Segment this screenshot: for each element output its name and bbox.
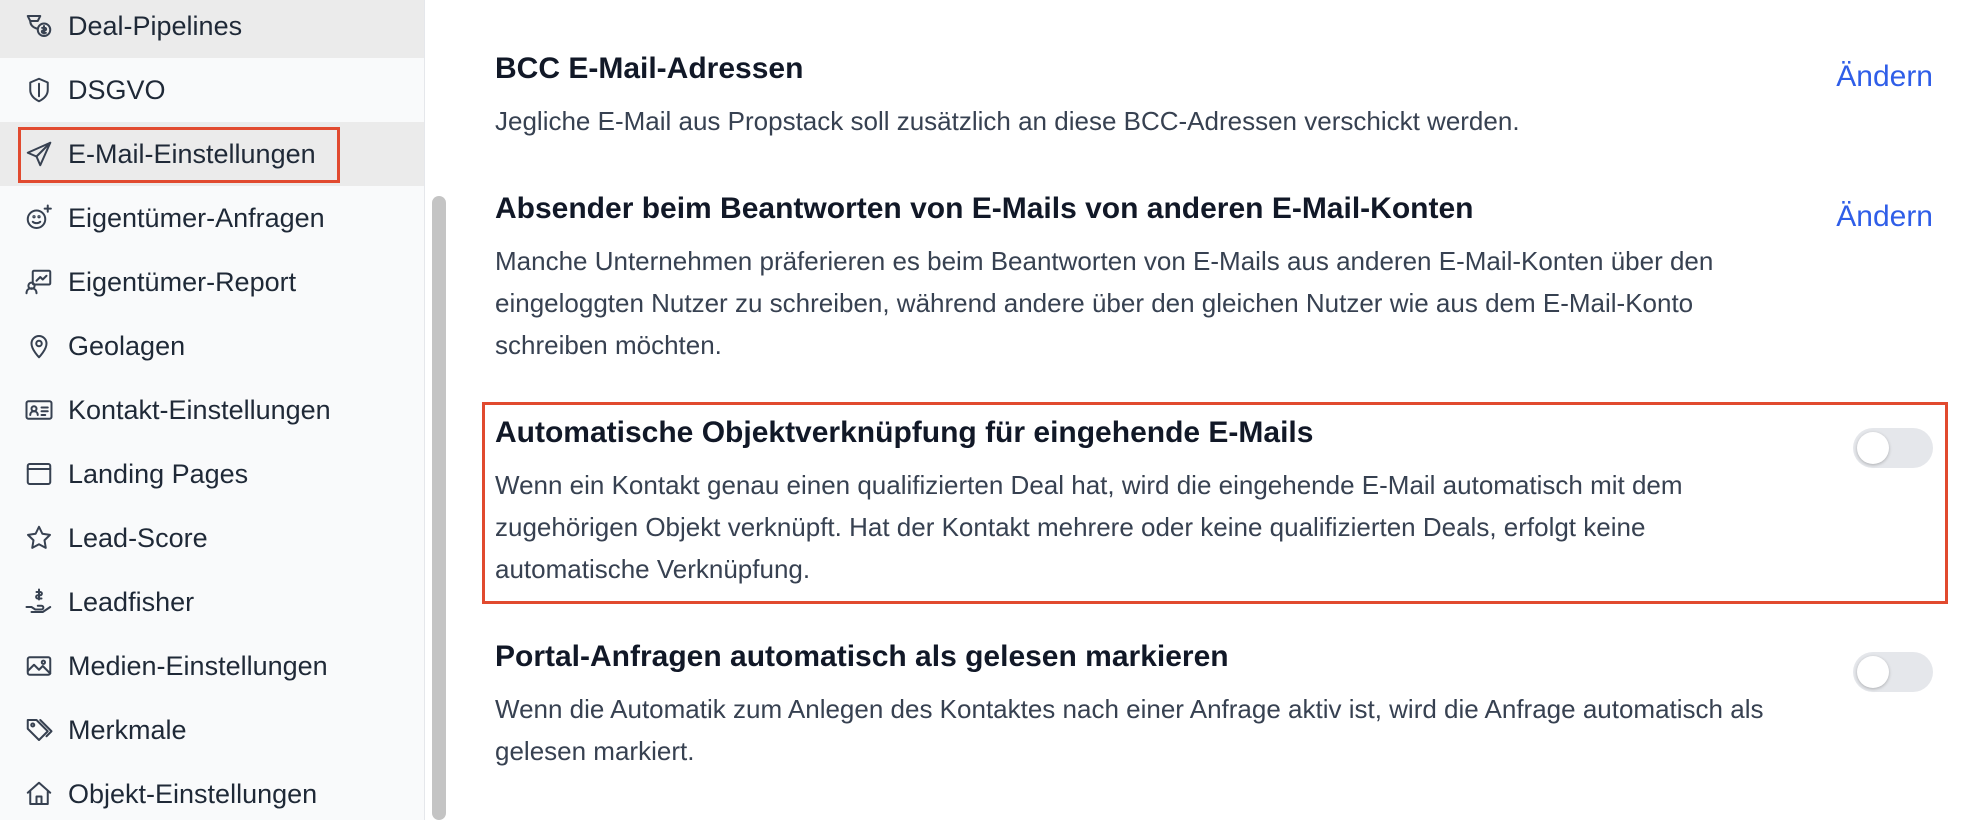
sidebar-item-deal-pipelines[interactable]: Deal-Pipelines [0,0,424,58]
hand-dollar-icon [22,585,56,619]
smiley-plus-icon [22,201,56,235]
setting-portal-read: Portal-Anfragen automatisch als gelesen … [495,640,1795,772]
sidebar-item-label: Medien-Einstellungen [68,650,328,681]
setting-title: Absender beim Beantworten von E-Mails vo… [495,192,1474,225]
house-icon [22,777,56,811]
sidebar-item-email-settings[interactable]: E-Mail-Einstellungen [0,122,424,186]
star-icon [22,521,56,555]
sidebar-item-label: E-Mail-Einstellungen [68,138,316,169]
sidebar-item-label: Objekt-Einstellungen [68,778,318,809]
sidebar-item-owner-report[interactable]: Eigentümer-Report [0,250,424,314]
sidebar-scrollbar-thumb[interactable] [432,196,446,820]
map-pin-icon [22,329,56,363]
sidebar-item-object-settings[interactable]: Objekt-Einstellungen [0,762,424,820]
paper-plane-icon [22,137,56,171]
sidebar-item-label: Merkmale [68,714,187,745]
sidebar-item-label: Geolagen [68,330,186,361]
sidebar-item-leadfisher[interactable]: Leadfisher [0,570,424,634]
image-icon [22,649,56,683]
setting-auto-object-link: Automatische Objektverknüpfung für einge… [495,416,1795,590]
sidebar-item-merkmale[interactable]: Merkmale [0,698,424,762]
sidebar-item-label: Deal-Pipelines [68,10,243,41]
sidebar-item-geolagen[interactable]: Geolagen [0,314,424,378]
sidebar-item-label: Kontakt-Einstellungen [68,394,331,425]
tags-icon [22,713,56,747]
sidebar-item-lead-score[interactable]: Lead-Score [0,506,424,570]
sidebar-item-label: Eigentümer-Report [68,266,297,297]
settings-sidebar: Deal-Pipelines DSGVO E-Mail-Einstellunge… [0,0,424,820]
setting-title: Automatische Objektverknüpfung für einge… [495,416,1314,449]
toggle-knob [1857,432,1889,464]
setting-bcc-addresses: BCC E-Mail-Adressen Jegliche E-Mail aus … [495,52,1795,142]
bcc-change-link[interactable]: Ändern [1836,60,1933,94]
setting-title: Portal-Anfragen automatisch als gelesen … [495,640,1229,673]
auto-object-link-toggle[interactable] [1853,428,1933,468]
portal-read-toggle[interactable] [1853,652,1933,692]
sidebar-item-dsgvo[interactable]: DSGVO [0,58,424,122]
sidebar-item-owner-requests[interactable]: Eigentümer-Anfragen [0,186,424,250]
reply-sender-change-link[interactable]: Ändern [1836,200,1933,234]
toggle-knob [1857,656,1889,688]
sidebar-item-label: Leadfisher [68,586,195,617]
setting-description: Wenn ein Kontakt genau einen qualifizier… [495,470,1683,584]
money-pipeline-icon [22,9,56,43]
sidebar-item-contact-settings[interactable]: Kontakt-Einstellungen [0,378,424,442]
setting-title: BCC E-Mail-Adressen [495,52,804,85]
sidebar-item-label: Landing Pages [68,458,249,489]
sidebar-item-label: DSGVO [68,74,166,105]
setting-reply-sender: Absender beim Beantworten von E-Mails vo… [495,192,1795,366]
setting-description: Wenn die Automatik zum Anlegen des Konta… [495,694,1764,766]
sidebar-item-label: Eigentümer-Anfragen [68,202,325,233]
sidebar-item-label: Lead-Score [68,522,208,553]
sidebar-item-media-settings[interactable]: Medien-Einstellungen [0,634,424,698]
contact-card-icon [22,393,56,427]
setting-description: Jegliche E-Mail aus Propstack soll zusät… [495,106,1520,136]
shield-icon [22,73,56,107]
browser-window-icon [22,457,56,491]
sidebar-item-landing-pages[interactable]: Landing Pages [0,442,424,506]
person-chart-icon [22,265,56,299]
setting-description: Manche Unternehmen präferieren es beim B… [495,246,1714,360]
